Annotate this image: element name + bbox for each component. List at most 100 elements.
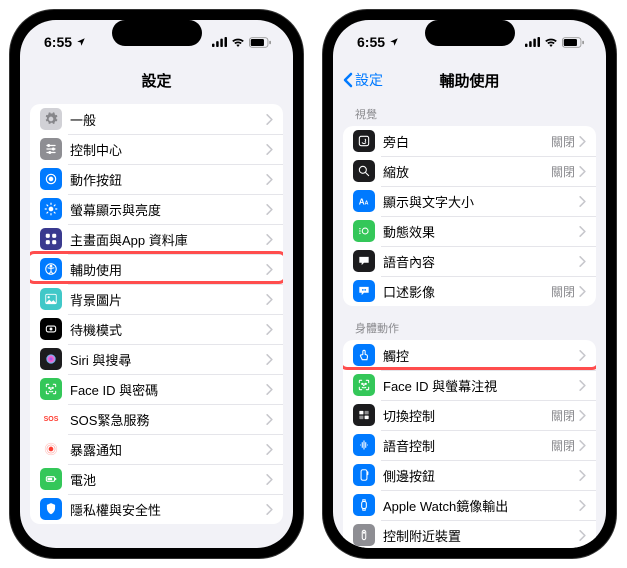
settings-row-privacy[interactable]: 隱私權與安全性 — [30, 494, 283, 524]
chevron-right-icon — [266, 294, 273, 305]
chevron-right-icon — [579, 166, 586, 177]
voiceover-icon — [353, 130, 375, 152]
row-label: 觸控 — [383, 346, 579, 365]
row-label: 隱私權與安全性 — [70, 500, 266, 519]
chevron-right-icon — [579, 380, 586, 391]
status-indicators — [525, 37, 584, 48]
chevron-right-icon — [266, 234, 273, 245]
row-label: 語音控制 — [383, 436, 551, 455]
settings-row-exposure[interactable]: 暴露通知 — [30, 434, 283, 464]
settings-row-sos[interactable]: SOS SOS緊急服務 — [30, 404, 283, 434]
settings-list[interactable]: 一般控制中心動作按鈕螢幕顯示與亮度主畫面與App 資料庫輔助使用背景圖片待機模式… — [20, 96, 293, 548]
row-value: 關閉 — [551, 407, 575, 424]
settings-row-audiodesc[interactable]: 口述影像關閉 — [343, 276, 596, 306]
chevron-right-icon — [266, 264, 273, 275]
row-label: 旁白 — [383, 132, 551, 151]
row-label: 背景圖片 — [70, 290, 266, 309]
settings-row-standby[interactable]: 待機模式 — [30, 314, 283, 344]
chevron-right-icon — [266, 444, 273, 455]
settings-row-faceid[interactable]: Face ID 與螢幕注視 — [343, 370, 596, 400]
chevron-right-icon — [579, 470, 586, 481]
row-label: Face ID 與螢幕注視 — [383, 376, 579, 395]
gear-icon — [40, 108, 62, 130]
exposure-icon — [40, 438, 62, 460]
back-label: 設定 — [355, 70, 383, 90]
chevron-right-icon — [579, 286, 586, 297]
row-label: 控制附近裝置 — [383, 526, 579, 545]
chevron-right-icon — [266, 324, 273, 335]
chevron-right-icon — [579, 410, 586, 421]
chevron-right-icon — [266, 174, 273, 185]
row-label: 動態效果 — [383, 222, 579, 241]
section-header: 視覺 — [343, 106, 596, 126]
access-icon — [40, 258, 62, 280]
bright-icon — [40, 198, 62, 220]
nav-bar: 設定 — [20, 64, 293, 96]
settings-row-wall[interactable]: 背景圖片 — [30, 284, 283, 314]
accessibility-list[interactable]: 視覺旁白關閉縮放關閉AA顯示與文字大小動態效果語音內容口述影像關閉身體動作觸控F… — [333, 96, 606, 548]
settings-row-remote[interactable]: 控制附近裝置 — [343, 520, 596, 548]
settings-row-speech[interactable]: 語音內容 — [343, 246, 596, 276]
settings-row-access[interactable]: 輔助使用 — [30, 254, 283, 284]
chevron-right-icon — [579, 530, 586, 541]
grid-icon — [40, 228, 62, 250]
battery-icon — [249, 37, 271, 48]
row-label: SOS緊急服務 — [70, 410, 266, 429]
back-button[interactable]: 設定 — [343, 70, 383, 90]
phone-right: 6:55 設定 輔助使用 視覺旁白關閉縮放關閉AA顯示與文字大小動態效果語音內容… — [323, 10, 616, 558]
chevron-right-icon — [266, 504, 273, 515]
svg-text:A: A — [359, 198, 365, 207]
page-title: 設定 — [141, 70, 171, 91]
row-label: 顯示與文字大小 — [383, 192, 579, 211]
settings-row-motion[interactable]: 動態效果 — [343, 216, 596, 246]
settings-row-voiceover[interactable]: 旁白關閉 — [343, 126, 596, 156]
location-icon — [389, 37, 399, 47]
siri-icon — [40, 348, 62, 370]
settings-row-siri[interactable]: Siri 與搜尋 — [30, 344, 283, 374]
switch-icon — [353, 404, 375, 426]
screen-right: 6:55 設定 輔助使用 視覺旁白關閉縮放關閉AA顯示與文字大小動態效果語音內容… — [333, 20, 606, 548]
sos-icon: SOS — [40, 408, 62, 430]
settings-row-watch[interactable]: Apple Watch鏡像輸出 — [343, 490, 596, 520]
settings-row-sliders[interactable]: 控制中心 — [30, 134, 283, 164]
privacy-icon — [40, 498, 62, 520]
row-label: 動作按鈕 — [70, 170, 266, 189]
row-label: 待機模式 — [70, 320, 266, 339]
chevron-right-icon — [579, 196, 586, 207]
textsize-icon: AA — [353, 190, 375, 212]
watch-icon — [353, 494, 375, 516]
chevron-right-icon — [266, 414, 273, 425]
settings-row-bright[interactable]: 螢幕顯示與亮度 — [30, 194, 283, 224]
notch — [112, 20, 202, 46]
wifi-icon — [231, 37, 245, 47]
settings-row-switch[interactable]: 切換控制關閉 — [343, 400, 596, 430]
audiodesc-icon — [353, 280, 375, 302]
settings-row-voicectl[interactable]: 語音控制關閉 — [343, 430, 596, 460]
row-label: 側邊按鈕 — [383, 466, 579, 485]
row-value: 關閉 — [551, 133, 575, 150]
wall-icon — [40, 288, 62, 310]
wifi-icon — [544, 37, 558, 47]
settings-row-sidebtn[interactable]: 側邊按鈕 — [343, 460, 596, 490]
chevron-right-icon — [266, 114, 273, 125]
page-title: 輔助使用 — [439, 70, 499, 91]
row-label: Apple Watch鏡像輸出 — [383, 496, 579, 515]
speech-icon — [353, 250, 375, 272]
settings-row-touch[interactable]: 觸控 — [343, 340, 596, 370]
signal-icon — [212, 37, 227, 47]
row-label: 縮放 — [383, 162, 551, 181]
svg-text:A: A — [365, 201, 369, 207]
chevron-right-icon — [579, 256, 586, 267]
settings-row-zoom[interactable]: 縮放關閉 — [343, 156, 596, 186]
row-label: 控制中心 — [70, 140, 266, 159]
phone-left: 6:55 設定 一般控制中心動作按鈕螢幕顯示與亮度主畫面與App 資料庫輔助使用… — [10, 10, 303, 558]
status-indicators — [212, 37, 271, 48]
section-header: 身體動作 — [343, 320, 596, 340]
settings-row-gear[interactable]: 一般 — [30, 104, 283, 134]
settings-row-grid[interactable]: 主畫面與App 資料庫 — [30, 224, 283, 254]
action-icon — [40, 168, 62, 190]
settings-row-faceid[interactable]: Face ID 與密碼 — [30, 374, 283, 404]
settings-row-textsize[interactable]: AA 顯示與文字大小 — [343, 186, 596, 216]
settings-row-action[interactable]: 動作按鈕 — [30, 164, 283, 194]
settings-row-battery[interactable]: 電池 — [30, 464, 283, 494]
